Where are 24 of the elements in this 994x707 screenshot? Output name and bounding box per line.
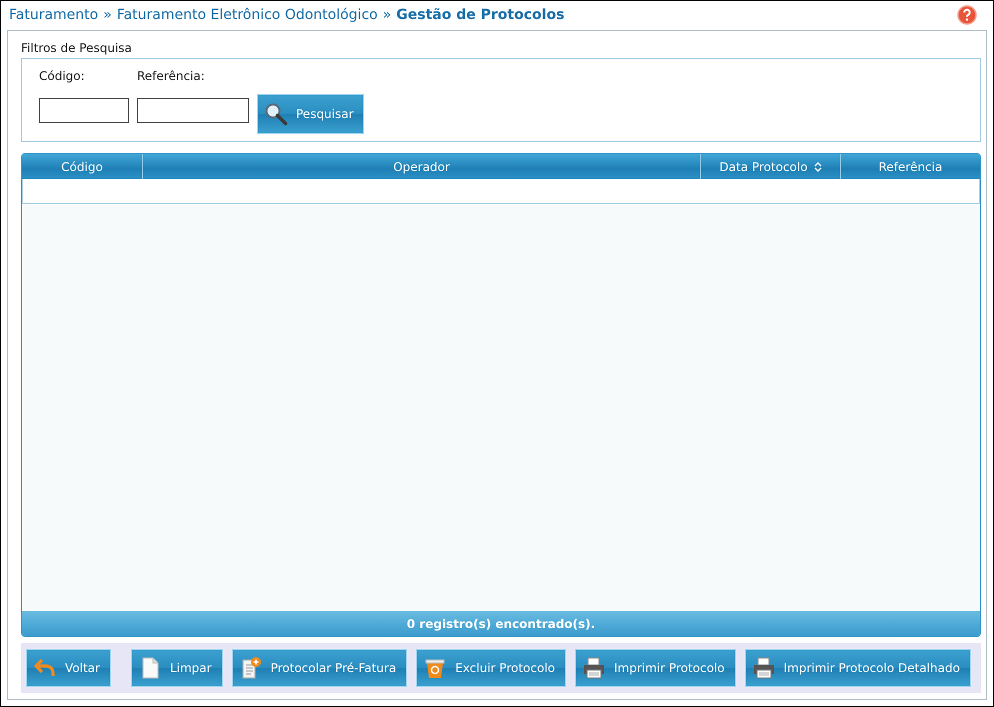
help-icon[interactable] [957, 5, 977, 25]
printer-icon [752, 656, 776, 680]
breadcrumb-link[interactable]: Faturamento [9, 7, 98, 23]
action-button[interactable]: Imprimir Protocolo [575, 649, 736, 687]
breadcrumb-link[interactable]: Faturamento Eletrônico Odontológico [116, 7, 378, 23]
column-header: Referência [878, 158, 944, 176]
search-icon [264, 102, 288, 126]
field-label: Referência: [137, 69, 206, 85]
action-button[interactable]: Imprimir Protocolo Detalhado [744, 649, 971, 687]
action-button[interactable]: Protocolar Pré-Fatura [232, 649, 408, 687]
action-button[interactable]: Limpar [130, 649, 223, 687]
sort-icon [814, 160, 822, 172]
breadcrumb-separator: » [382, 7, 392, 23]
printer-icon [582, 656, 606, 680]
action-button[interactable]: Excluir Protocolo [416, 649, 566, 687]
page-title: Gestão de Protocolos [396, 7, 564, 23]
search-button[interactable]: Pesquisar [257, 94, 364, 134]
field-label: Código: [39, 69, 86, 85]
section-title: Filtros de Pesquisa [21, 41, 133, 55]
action-button[interactable]: Voltar [26, 649, 111, 687]
input-field[interactable] [137, 98, 249, 123]
breadcrumb-separator: » [103, 7, 112, 23]
input-field[interactable] [39, 98, 129, 123]
record-count: 0 registro(s) encontrado(s). [22, 611, 980, 636]
